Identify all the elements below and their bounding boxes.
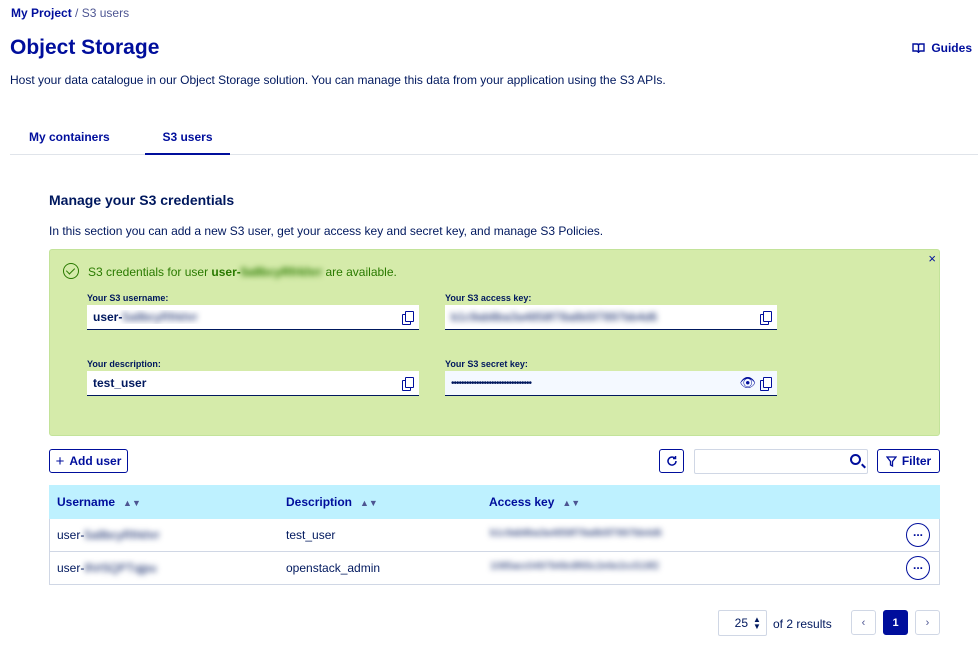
row-actions-button[interactable]: ... [906, 556, 930, 580]
username-field[interactable]: user-5a8bcyRfrkhrr [87, 305, 419, 330]
description-value: test_user [93, 376, 147, 390]
guides-link[interactable]: Guides [912, 41, 972, 55]
cell-username: user-5a8bcyRfrkhrr [57, 528, 160, 542]
next-page-button[interactable]: › [915, 610, 940, 635]
sort-icon: ▲▼ [360, 498, 378, 508]
guides-label: Guides [931, 41, 972, 55]
plus-icon: + [55, 452, 65, 470]
section-description: In this section you can add a new S3 use… [49, 224, 604, 238]
col-access-key-label: Access key [489, 495, 555, 509]
section-title: Manage your S3 credentials [49, 192, 235, 208]
search-icon[interactable] [850, 454, 861, 465]
check-circle-icon [63, 263, 79, 279]
secret-key-field[interactable]: •••••••••••••••••••••••••••••••• 👁 [445, 371, 777, 396]
username-prefix: user- [57, 561, 85, 575]
page-size-value: 25 [734, 616, 748, 630]
page-size-select[interactable]: 25 ▲ ▼ [718, 610, 767, 636]
banner-user-blurred: 5a8bcyRfrkhrr [240, 265, 323, 279]
tab-bar: My containers S3 users [10, 120, 978, 155]
copy-icon[interactable] [402, 376, 414, 391]
eye-icon[interactable]: 👁 [739, 375, 756, 391]
username-label: Your S3 username: [87, 293, 169, 303]
filter-label: Filter [901, 454, 932, 468]
breadcrumb-current: S3 users [81, 6, 130, 20]
description-label: Your description: [87, 359, 161, 369]
username-blurred: 5a8bcyRfrkhrr [122, 310, 198, 324]
col-username-label: Username [57, 495, 116, 509]
table-header: Username ▲▼ Description ▲▼ Access key ▲▼ [49, 485, 940, 519]
cell-username: user-9Vr5QPTqjpu [57, 561, 157, 575]
col-access-key[interactable]: Access key ▲▼ [489, 495, 580, 509]
banner-user: user-5a8bcyRfrkhrr [211, 265, 322, 279]
sort-icon: ▲▼ [562, 498, 581, 508]
breadcrumb: My Project / S3 users [11, 6, 129, 20]
username-blurred: 5a8bcyRfrkhrr [84, 528, 160, 542]
updown-icon: ▲ ▼ [753, 615, 761, 631]
close-icon[interactable]: × [928, 251, 936, 266]
book-icon [912, 43, 926, 53]
description-field[interactable]: test_user [87, 371, 419, 396]
filter-icon [885, 455, 897, 467]
add-user-button[interactable]: + Add user [49, 449, 128, 473]
prev-page-button[interactable]: ‹ [851, 610, 876, 635]
table-row: user-9Vr5QPTqjpu openstack_admin 1085acc… [49, 552, 940, 585]
refresh-button[interactable] [659, 449, 684, 473]
access-key-value: b1c9ab8ba3a4858f78a8b5f7897bb4d6 [451, 310, 658, 324]
copy-icon[interactable] [402, 310, 414, 325]
tab-my-containers[interactable]: My containers [29, 130, 110, 144]
banner-message: S3 credentials for user user-5a8bcyRfrkh… [88, 265, 397, 279]
table-row: user-5a8bcyRfrkhrr test_user b1c9ab8ba3a… [49, 519, 940, 552]
username-prefix: user- [57, 528, 85, 542]
username-blurred: 9Vr5QPTqjpu [84, 561, 157, 575]
add-user-label: Add user [69, 454, 122, 468]
banner-message-prefix: S3 credentials for user [88, 265, 212, 279]
secret-key-value: •••••••••••••••••••••••••••••••• [451, 377, 532, 389]
breadcrumb-project-link[interactable]: My Project [11, 6, 72, 20]
username-value: user-5a8bcyRfrkhrr [93, 310, 398, 324]
banner-message-suffix: are available. [322, 265, 397, 279]
secret-key-label: Your S3 secret key: [445, 359, 528, 369]
banner-user-prefix: user- [211, 265, 241, 279]
col-username[interactable]: Username ▲▼ [57, 495, 141, 509]
breadcrumb-separator: / [75, 6, 79, 20]
cell-description: test_user [286, 528, 336, 542]
cell-access-key: 1085acc0497949c8f65c2e6e2cc519f2 [490, 561, 660, 572]
tab-s3-users[interactable]: S3 users [145, 130, 230, 155]
page-subtitle: Host your data catalogue in our Object S… [10, 73, 666, 87]
search-input[interactable] [694, 449, 868, 474]
results-count: of 2 results [773, 617, 832, 631]
page-1-button[interactable]: 1 [883, 610, 908, 635]
col-description[interactable]: Description ▲▼ [286, 495, 378, 509]
search-text[interactable] [701, 450, 841, 472]
copy-icon[interactable] [760, 376, 772, 391]
sort-icon: ▲▼ [123, 498, 141, 508]
credentials-banner: S3 credentials for user user-5a8bcyRfrkh… [49, 249, 940, 436]
users-table: Username ▲▼ Description ▲▼ Access key ▲▼ us… [49, 485, 940, 585]
row-actions-button[interactable]: ... [906, 523, 930, 547]
cell-description: openstack_admin [286, 561, 381, 575]
refresh-icon [666, 456, 677, 466]
col-description-label: Description [286, 495, 353, 509]
filter-button[interactable]: Filter [877, 449, 940, 473]
access-key-label: Your S3 access key: [445, 293, 532, 303]
page-title: Object Storage [10, 36, 160, 59]
copy-icon[interactable] [760, 310, 772, 325]
cell-access-key: b1c9ab8ba3a4858f78a8b5f7897bb4d6 [490, 528, 662, 539]
username-prefix: user- [93, 310, 123, 324]
access-key-field[interactable]: b1c9ab8ba3a4858f78a8b5f7897bb4d6 [445, 305, 777, 330]
